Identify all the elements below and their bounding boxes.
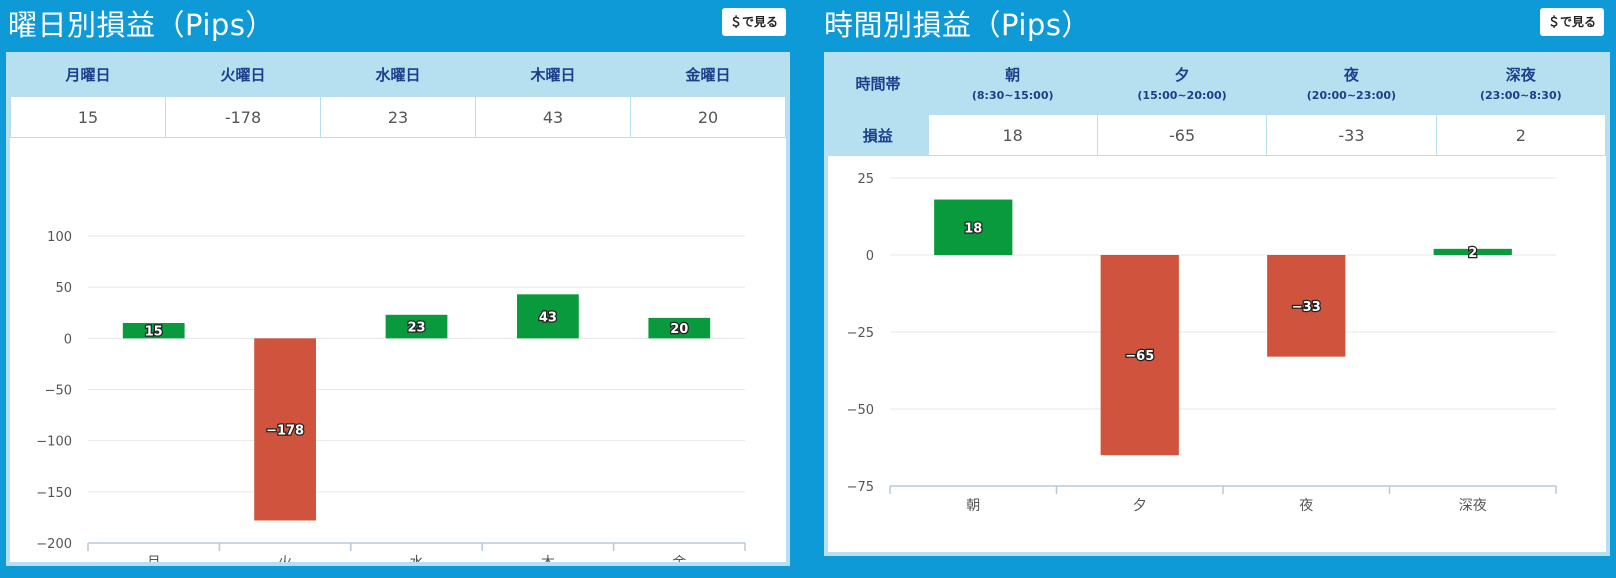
timeslot-header-name: 夜 (1343, 66, 1359, 84)
timeslot-y-tick-label: 0 (866, 249, 874, 264)
weekday-data-label: −178 (266, 423, 304, 438)
weekday-bar-chart: 100 50 0 −50 −100 −150 −200 15 月 −178 火 23 水 43 木 20 金 (36, 230, 746, 571)
timeslot-data-label: 2 (1468, 246, 1477, 261)
weekday-y-tick-label: −50 (45, 384, 72, 399)
timeslot-data-label: −33 (1292, 300, 1321, 315)
weekday-data-label: 20 (670, 322, 688, 337)
timeslot-x-tick-label: 深夜 (1459, 498, 1487, 514)
weekday-x-tick-label: 木 (541, 555, 555, 562)
weekday-value-cell: 15 (10, 96, 166, 138)
timeslot-header-cell: 朝 (8:30~15:00) (928, 52, 1098, 115)
weekday-value-cell: -178 (165, 96, 321, 138)
weekday-header-cell: 金曜日 (630, 52, 786, 97)
timeslot-value-cell: 2 (1435, 114, 1607, 156)
weekday-summary-table: 月曜日 火曜日 水曜日 木曜日 金曜日 15 -178 23 43 20 (10, 52, 786, 138)
weekday-x-tick-label: 火 (278, 555, 292, 562)
weekday-header-cell: 月曜日 (10, 52, 166, 97)
timeslot-header-name: 深夜 (1505, 66, 1536, 84)
timeslot-value-cell: -65 (1096, 114, 1268, 156)
timeslot-header-range: (8:30~15:00) (971, 89, 1054, 102)
weekday-data-label: 15 (145, 325, 163, 340)
timeslot-header-range: (15:00~20:00) (1137, 89, 1227, 102)
weekday-x-tick-label: 水 (410, 555, 424, 562)
timeslot-row-label-header: 時間帯 (828, 52, 928, 115)
timeslot-data-label: −65 (1125, 349, 1154, 364)
timeslot-row-label-value: 損益 (828, 114, 928, 156)
weekday-y-tick-label: 0 (64, 332, 72, 347)
weekday-pnl-card: 月曜日 火曜日 水曜日 木曜日 金曜日 15 -178 23 43 20 100… (6, 52, 790, 571)
timeslot-pnl-title: 時間別損益（Pips） (824, 8, 1091, 42)
timeslot-y-tick-label: 25 (857, 172, 874, 187)
timeslot-value-cell: 18 (927, 114, 1098, 156)
timeslot-header-range: (20:00~23:00) (1306, 89, 1397, 102)
timeslot-x-tick-label: 夜 (1299, 498, 1313, 514)
timeslot-y-tick-label: −25 (847, 326, 874, 341)
weekday-y-tick-label: −200 (36, 537, 72, 552)
weekday-header-cell: 水曜日 (320, 52, 476, 97)
weekday-usd-view-button[interactable]: ＄で見る (722, 8, 787, 36)
timeslot-value-row: 損益 18 -65 -33 2 (828, 114, 1607, 156)
weekday-value-cell: 43 (475, 96, 631, 138)
timeslot-summary-table: 時間帯 朝 (8:30~15:00) 夕 (15:00~20:00) 夜 (20… (828, 52, 1607, 156)
weekday-value-cell: 23 (320, 96, 476, 138)
timeslot-header-row: 時間帯 朝 (8:30~15:00) 夕 (15:00~20:00) 夜 (20… (828, 52, 1606, 115)
timeslot-y-tick-label: −75 (847, 480, 874, 495)
timeslot-chart-container: 25 0 −25 −50 −75 18 朝 −65 夕 −33 夜 2 深夜 (828, 156, 1606, 552)
timeslot-header-name: 夕 (1174, 66, 1190, 84)
weekday-header-cell: 火曜日 (165, 52, 321, 97)
weekday-value-row: 15 -178 23 43 20 (10, 96, 786, 138)
timeslot-header-range: (23:00~8:30) (1479, 89, 1562, 102)
timeslot-value-cell: -33 (1266, 114, 1437, 156)
timeslot-y-tick-label: −50 (847, 403, 874, 418)
weekday-header-row: 月曜日 火曜日 水曜日 木曜日 金曜日 (10, 52, 786, 97)
weekday-y-tick-label: −100 (36, 435, 72, 450)
weekday-data-label: 23 (407, 321, 425, 336)
timeslot-header-cell: 深夜 (23:00~8:30) (1436, 52, 1606, 115)
weekday-data-label: 43 (539, 310, 557, 325)
timeslot-x-tick-label: 夕 (1133, 498, 1147, 514)
weekday-y-tick-label: −150 (36, 486, 72, 501)
timeslot-header-cell: 夜 (20:00~23:00) (1266, 52, 1437, 115)
timeslot-bar-chart: 25 0 −25 −50 −75 18 朝 −65 夕 −33 夜 2 深夜 (847, 172, 1557, 514)
timeslot-header-cell: 夕 (15:00~20:00) (1097, 52, 1267, 115)
timeslot-header-name: 朝 (1005, 66, 1021, 84)
timeslot-data-label: 18 (964, 221, 982, 236)
timeslot-usd-view-button[interactable]: ＄で見る (1540, 8, 1605, 36)
weekday-y-tick-label: 100 (47, 230, 72, 245)
weekday-header-cell: 木曜日 (475, 52, 631, 97)
timeslot-x-tick-label: 朝 (966, 498, 980, 514)
weekday-x-tick-label: 金 (672, 555, 686, 562)
weekday-chart-container: 100 50 0 −50 −100 −150 −200 15 月 −178 火 23 水 43 木 20 金 (10, 138, 786, 571)
weekday-value-cell: 20 (630, 96, 786, 138)
weekday-pnl-title: 曜日別損益（Pips） (8, 8, 275, 42)
timeslot-pnl-card: 時間帯 朝 (8:30~15:00) 夕 (15:00~20:00) 夜 (20… (824, 52, 1610, 556)
weekday-x-tick-label: 月 (147, 555, 161, 562)
weekday-y-tick-label: 50 (55, 281, 72, 296)
